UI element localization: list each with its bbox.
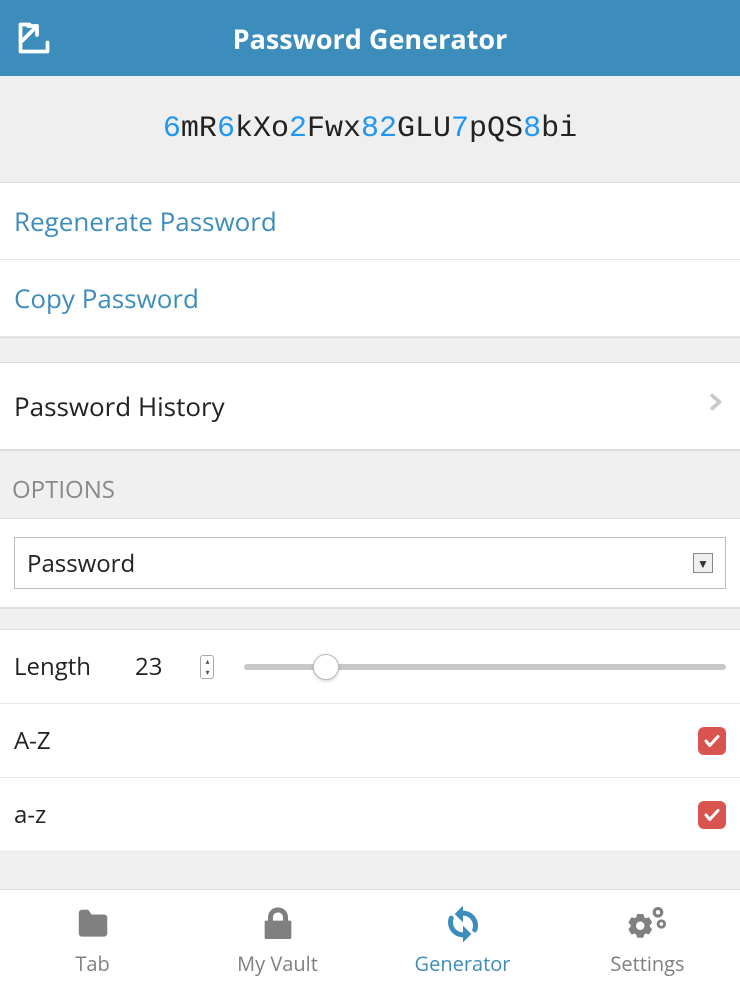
password-display: 6mR6kXo2Fwx82GLU7pQS8bi (0, 76, 740, 183)
dropdown-arrow-icon: ▼ (693, 553, 713, 573)
tab-bar: Tab My Vault Generator Settings (0, 889, 740, 991)
regenerate-button[interactable]: Regenerate Password (0, 183, 740, 260)
back-button[interactable] (12, 16, 56, 60)
options-header: OPTIONS (0, 450, 740, 519)
folder-icon (71, 904, 115, 944)
length-label: Length (14, 650, 91, 683)
lowercase-label: a-z (14, 798, 46, 831)
section-spacer (0, 337, 740, 363)
length-value: 23 (135, 650, 162, 683)
gears-icon (626, 904, 670, 944)
uppercase-label: A-Z (14, 724, 51, 757)
tab-label: Tab (75, 950, 109, 977)
check-icon (703, 806, 721, 824)
stepper-up-icon: ▴ (201, 656, 213, 667)
page-title: Password Generator (12, 20, 728, 57)
action-list: Regenerate Password Copy Password (0, 183, 740, 337)
select-value: Password (27, 547, 135, 580)
tab-generator[interactable]: Generator (370, 890, 555, 991)
password-history-button[interactable]: Password History (0, 363, 740, 450)
open-external-icon (16, 20, 52, 56)
lowercase-checkbox[interactable] (698, 801, 726, 829)
header: Password Generator (0, 0, 740, 76)
lowercase-row: a-z (0, 778, 740, 852)
length-slider[interactable] (244, 664, 726, 670)
type-select-row: Password ▼ (0, 519, 740, 608)
tab-label: Settings (610, 950, 684, 977)
length-stepper[interactable]: ▴ ▾ (200, 655, 214, 679)
password-type-select[interactable]: Password ▼ (14, 537, 726, 589)
tab-myvault[interactable]: My Vault (185, 890, 370, 991)
tab-label: My Vault (237, 950, 318, 977)
history-label: Password History (14, 388, 225, 424)
tab-settings[interactable]: Settings (555, 890, 740, 991)
refresh-icon (441, 904, 485, 944)
stepper-down-icon: ▾ (201, 667, 213, 678)
tab-label: Generator (415, 950, 511, 977)
lock-icon (256, 904, 300, 944)
length-row: Length 23 ▴ ▾ (0, 630, 740, 704)
slider-thumb[interactable] (313, 654, 339, 680)
uppercase-checkbox[interactable] (698, 727, 726, 755)
section-spacer (0, 608, 740, 630)
copy-button[interactable]: Copy Password (0, 260, 740, 337)
uppercase-row: A-Z (0, 704, 740, 778)
check-icon (703, 732, 721, 750)
tab-tab[interactable]: Tab (0, 890, 185, 991)
generated-password: 6mR6kXo2Fwx82GLU7pQS8bi (16, 112, 724, 146)
chevron-right-icon (704, 383, 726, 429)
